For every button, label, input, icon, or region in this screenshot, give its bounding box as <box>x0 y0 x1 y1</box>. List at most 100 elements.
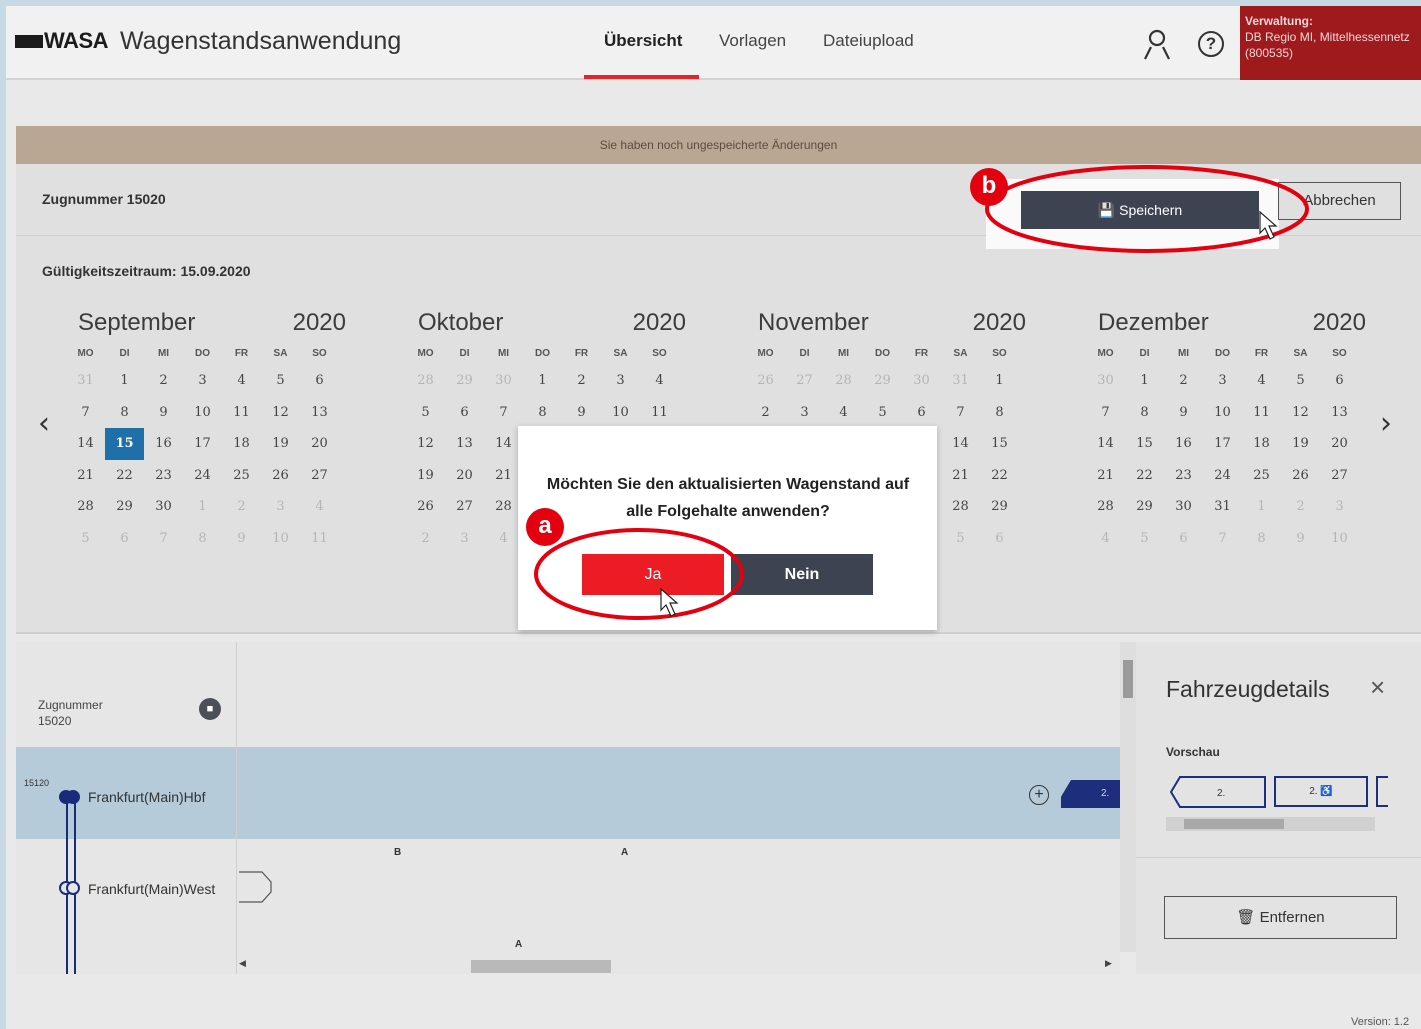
calendar-day-outside[interactable]: 8 <box>183 523 222 555</box>
calendar-day[interactable]: 19 <box>1281 428 1320 460</box>
save-button[interactable]: 💾 Speichern <box>1021 191 1259 229</box>
calendar-day[interactable]: 11 <box>1242 397 1281 429</box>
calendar-day[interactable]: 22 <box>980 460 1019 492</box>
calendar-day[interactable]: 7 <box>484 397 523 429</box>
calendar-day-outside[interactable]: 29 <box>445 365 484 397</box>
calendar-day-outside[interactable]: 7 <box>144 523 183 555</box>
calendar-day-outside[interactable]: 6 <box>1164 523 1203 555</box>
calendar-day-outside[interactable]: 9 <box>1281 523 1320 555</box>
calendar-day-outside[interactable]: 4 <box>300 491 339 523</box>
nav-vorlagen[interactable]: Vorlagen <box>719 31 786 51</box>
preview-wagon-1[interactable]: 2. <box>1170 776 1266 808</box>
calendar-day[interactable]: 15 <box>1125 428 1164 460</box>
calendar-day[interactable]: 9 <box>562 397 601 429</box>
calendar-day[interactable]: 21 <box>1086 460 1125 492</box>
calendar-day[interactable]: 19 <box>406 460 445 492</box>
calendar-day[interactable]: 5 <box>1281 365 1320 397</box>
calendar-day[interactable]: 8 <box>1125 397 1164 429</box>
calendar-day[interactable]: 6 <box>902 397 941 429</box>
calendar-day[interactable]: 10 <box>601 397 640 429</box>
calendar-day[interactable]: 1 <box>105 365 144 397</box>
calendar-day[interactable]: 18 <box>1242 428 1281 460</box>
calendar-day[interactable]: 17 <box>1203 428 1242 460</box>
calendar-day[interactable]: 8 <box>523 397 562 429</box>
calendar-day-outside[interactable]: 26 <box>746 365 785 397</box>
calendar-day-outside[interactable]: 30 <box>484 365 523 397</box>
calendar-day[interactable]: 3 <box>601 365 640 397</box>
preview-wagon-3[interactable] <box>1376 776 1388 807</box>
add-wagon-icon[interactable]: + <box>1029 785 1049 805</box>
calendar-day[interactable]: 29 <box>1125 491 1164 523</box>
calendar-day-outside[interactable]: 3 <box>261 491 300 523</box>
calendar-day[interactable]: 13 <box>1320 397 1359 429</box>
calendar-day[interactable]: 4 <box>640 365 679 397</box>
calendar-day[interactable]: 11 <box>222 397 261 429</box>
calendar-day-outside[interactable]: 6 <box>105 523 144 555</box>
calendar-day[interactable]: 3 <box>183 365 222 397</box>
help-icon[interactable]: ? <box>1198 31 1224 57</box>
calendar-day[interactable]: 1 <box>980 365 1019 397</box>
calendar-day-outside[interactable]: 9 <box>222 523 261 555</box>
scroll-left-icon[interactable]: ◀ <box>239 958 246 969</box>
calendar-day[interactable]: 21 <box>941 460 980 492</box>
calendar-day[interactable]: 29 <box>105 491 144 523</box>
vertical-scrollbar[interactable] <box>1120 642 1136 952</box>
preview-scroll-thumb[interactable] <box>1184 819 1284 829</box>
nav-uebersicht[interactable]: Übersicht <box>604 31 682 51</box>
calendar-day[interactable]: 12 <box>1281 397 1320 429</box>
preview-scrollbar[interactable] <box>1166 817 1375 831</box>
calendar-day[interactable]: 2 <box>1164 365 1203 397</box>
calendar-day[interactable]: 2 <box>746 397 785 429</box>
calendar-next-icon[interactable]: › <box>1380 406 1392 441</box>
calendar-day[interactable]: 25 <box>1242 460 1281 492</box>
calendar-day[interactable]: 10 <box>1203 397 1242 429</box>
calendar-day[interactable]: 5 <box>406 397 445 429</box>
wagon-tab[interactable]: 2. <box>1061 780 1121 808</box>
calendar-day-outside[interactable]: 8 <box>1242 523 1281 555</box>
calendar-day-outside[interactable]: 31 <box>66 365 105 397</box>
vertical-scroll-thumb[interactable] <box>1123 660 1133 698</box>
calendar-day[interactable]: 26 <box>261 460 300 492</box>
calendar-day[interactable]: 26 <box>406 491 445 523</box>
calendar-day-outside[interactable]: 30 <box>902 365 941 397</box>
calendar-prev-icon[interactable]: ‹ <box>38 406 50 441</box>
calendar-day[interactable]: 14 <box>1086 428 1125 460</box>
calendar-day[interactable]: 9 <box>1164 397 1203 429</box>
calendar-day[interactable]: 8 <box>980 397 1019 429</box>
calendar-day[interactable]: 21 <box>66 460 105 492</box>
admin-box[interactable]: Verwaltung: DB Regio MI, Mittelhessennet… <box>1240 6 1421 80</box>
calendar-day[interactable]: 5 <box>261 365 300 397</box>
calendar-day[interactable]: 26 <box>1281 460 1320 492</box>
scroll-right-icon[interactable]: ▶ <box>1105 958 1112 969</box>
calendar-day[interactable]: 29 <box>980 491 1019 523</box>
calendar-day[interactable]: 12 <box>261 397 300 429</box>
calendar-day[interactable]: 10 <box>183 397 222 429</box>
calendar-day[interactable]: 20 <box>1320 428 1359 460</box>
calendar-day-outside[interactable]: 10 <box>261 523 300 555</box>
wasa-logo[interactable]: WASA <box>15 28 109 54</box>
calendar-day-outside[interactable]: 10 <box>1320 523 1359 555</box>
calendar-day[interactable]: 24 <box>183 460 222 492</box>
calendar-day[interactable]: 2 <box>144 365 183 397</box>
calendar-day[interactable]: 27 <box>300 460 339 492</box>
calendar-day-outside[interactable]: 2 <box>406 523 445 555</box>
calendar-day-outside[interactable]: 2 <box>222 491 261 523</box>
calendar-day-outside[interactable]: 28 <box>824 365 863 397</box>
calendar-day[interactable]: 1 <box>523 365 562 397</box>
calendar-day-outside[interactable]: 2 <box>1281 491 1320 523</box>
user-icon[interactable] <box>1142 28 1172 60</box>
calendar-day[interactable]: 16 <box>1164 428 1203 460</box>
calendar-day[interactable]: 7 <box>941 397 980 429</box>
calendar-day-outside[interactable]: 27 <box>785 365 824 397</box>
calendar-day-outside[interactable]: 7 <box>1203 523 1242 555</box>
calendar-day[interactable]: 6 <box>300 365 339 397</box>
calendar-day-outside[interactable]: 5 <box>1125 523 1164 555</box>
calendar-day[interactable]: 4 <box>222 365 261 397</box>
close-icon[interactable]: × <box>1370 672 1385 703</box>
calendar-day[interactable]: 16 <box>144 428 183 460</box>
no-button[interactable]: Nein <box>731 554 873 595</box>
calendar-day[interactable]: 28 <box>1086 491 1125 523</box>
remove-button[interactable]: 🗑 Entfernen <box>1164 896 1397 939</box>
calendar-day-outside[interactable]: 5 <box>941 523 980 555</box>
calendar-day[interactable]: 30 <box>1164 491 1203 523</box>
